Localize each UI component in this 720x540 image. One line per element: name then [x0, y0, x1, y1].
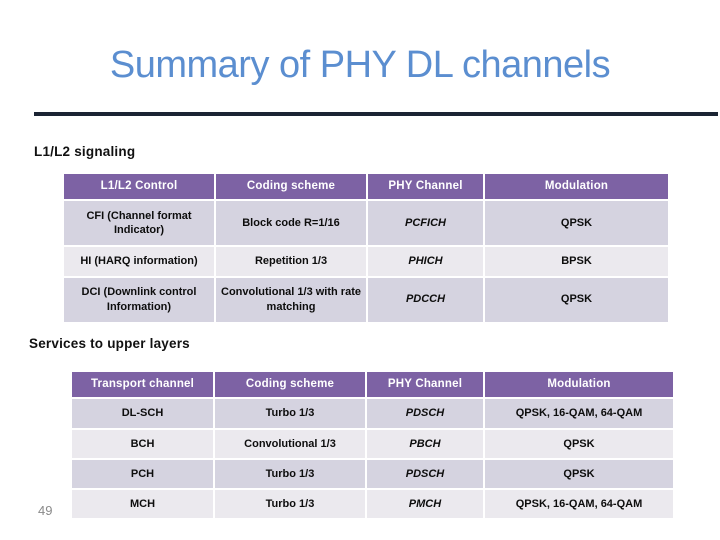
cell-coding-scheme: Turbo 1/3: [215, 399, 365, 428]
page-title: Summary of PHY DL channels: [109, 44, 611, 86]
cell-modulation: QPSK: [485, 201, 668, 246]
table-header-row: Transport channel Coding scheme PHY Chan…: [72, 372, 673, 398]
cell-transport-channel: MCH: [72, 490, 213, 519]
cell-modulation: QPSK, 16-QAM, 64-QAM: [485, 490, 673, 519]
table-row: PCH Turbo 1/3 PDSCH QPSK: [72, 459, 673, 489]
page-number: 49: [38, 503, 53, 518]
cell-coding-scheme: Repetition 1/3: [216, 247, 366, 276]
table-row: BCH Convolutional 1/3 PBCH QPSK: [72, 429, 673, 458]
table-row: CFI (Channel format Indicator) Block cod…: [64, 201, 668, 246]
section-label-l1l2-signaling: L1/L2 signaling: [34, 144, 136, 159]
cell-coding-scheme: Turbo 1/3: [215, 490, 365, 519]
column-header-coding-scheme: Coding scheme: [215, 372, 365, 398]
cell-phy-channel: PCFICH: [368, 201, 483, 246]
cell-coding-scheme: Turbo 1/3: [215, 459, 365, 489]
cell-modulation: QPSK: [485, 277, 668, 322]
cell-modulation: QPSK: [485, 429, 673, 458]
cell-coding-scheme: Convolutional 1/3: [215, 429, 365, 458]
column-header-transport-channel: Transport channel: [72, 372, 213, 398]
table-row: DL-SCH Turbo 1/3 PDSCH QPSK, 16-QAM, 64-…: [72, 399, 673, 428]
column-header-phy-channel: PHY Channel: [368, 174, 483, 200]
cell-phy-channel: PMCH: [367, 490, 483, 519]
cell-phy-channel: PHICH: [368, 247, 483, 276]
column-header-phy-channel: PHY Channel: [367, 372, 483, 398]
cell-phy-channel: PDSCH: [367, 399, 483, 428]
services-upper-layers-table: Transport channel Coding scheme PHY Chan…: [70, 370, 675, 520]
column-header-modulation: Modulation: [485, 372, 673, 398]
table-row: DCI (Downlink control Information) Convo…: [64, 277, 668, 322]
cell-control: HI (HARQ information): [64, 247, 214, 276]
table-row: HI (HARQ information) Repetition 1/3 PHI…: [64, 247, 668, 276]
table-header-row: L1/L2 Control Coding scheme PHY Channel …: [64, 174, 668, 200]
cell-coding-scheme: Convolutional 1/3 with rate matching: [216, 277, 366, 322]
cell-phy-channel: PDSCH: [367, 459, 483, 489]
cell-coding-scheme: Block code R=1/16: [216, 201, 366, 246]
cell-transport-channel: DL-SCH: [72, 399, 213, 428]
l1l2-signaling-table: L1/L2 Control Coding scheme PHY Channel …: [62, 172, 670, 324]
cell-phy-channel: PBCH: [367, 429, 483, 458]
cell-transport-channel: PCH: [72, 459, 213, 489]
title-divider: [34, 112, 718, 116]
table-row: MCH Turbo 1/3 PMCH QPSK, 16-QAM, 64-QAM: [72, 490, 673, 519]
cell-modulation: BPSK: [485, 247, 668, 276]
cell-control: CFI (Channel format Indicator): [64, 201, 214, 246]
section-label-services-to-upper-layers: Services to upper layers: [29, 336, 190, 351]
cell-phy-channel: PDCCH: [368, 277, 483, 322]
cell-control: DCI (Downlink control Information): [64, 277, 214, 322]
cell-transport-channel: BCH: [72, 429, 213, 458]
column-header-control: L1/L2 Control: [64, 174, 214, 200]
column-header-coding-scheme: Coding scheme: [216, 174, 366, 200]
cell-modulation: QPSK: [485, 459, 673, 489]
column-header-modulation: Modulation: [485, 174, 668, 200]
cell-modulation: QPSK, 16-QAM, 64-QAM: [485, 399, 673, 428]
